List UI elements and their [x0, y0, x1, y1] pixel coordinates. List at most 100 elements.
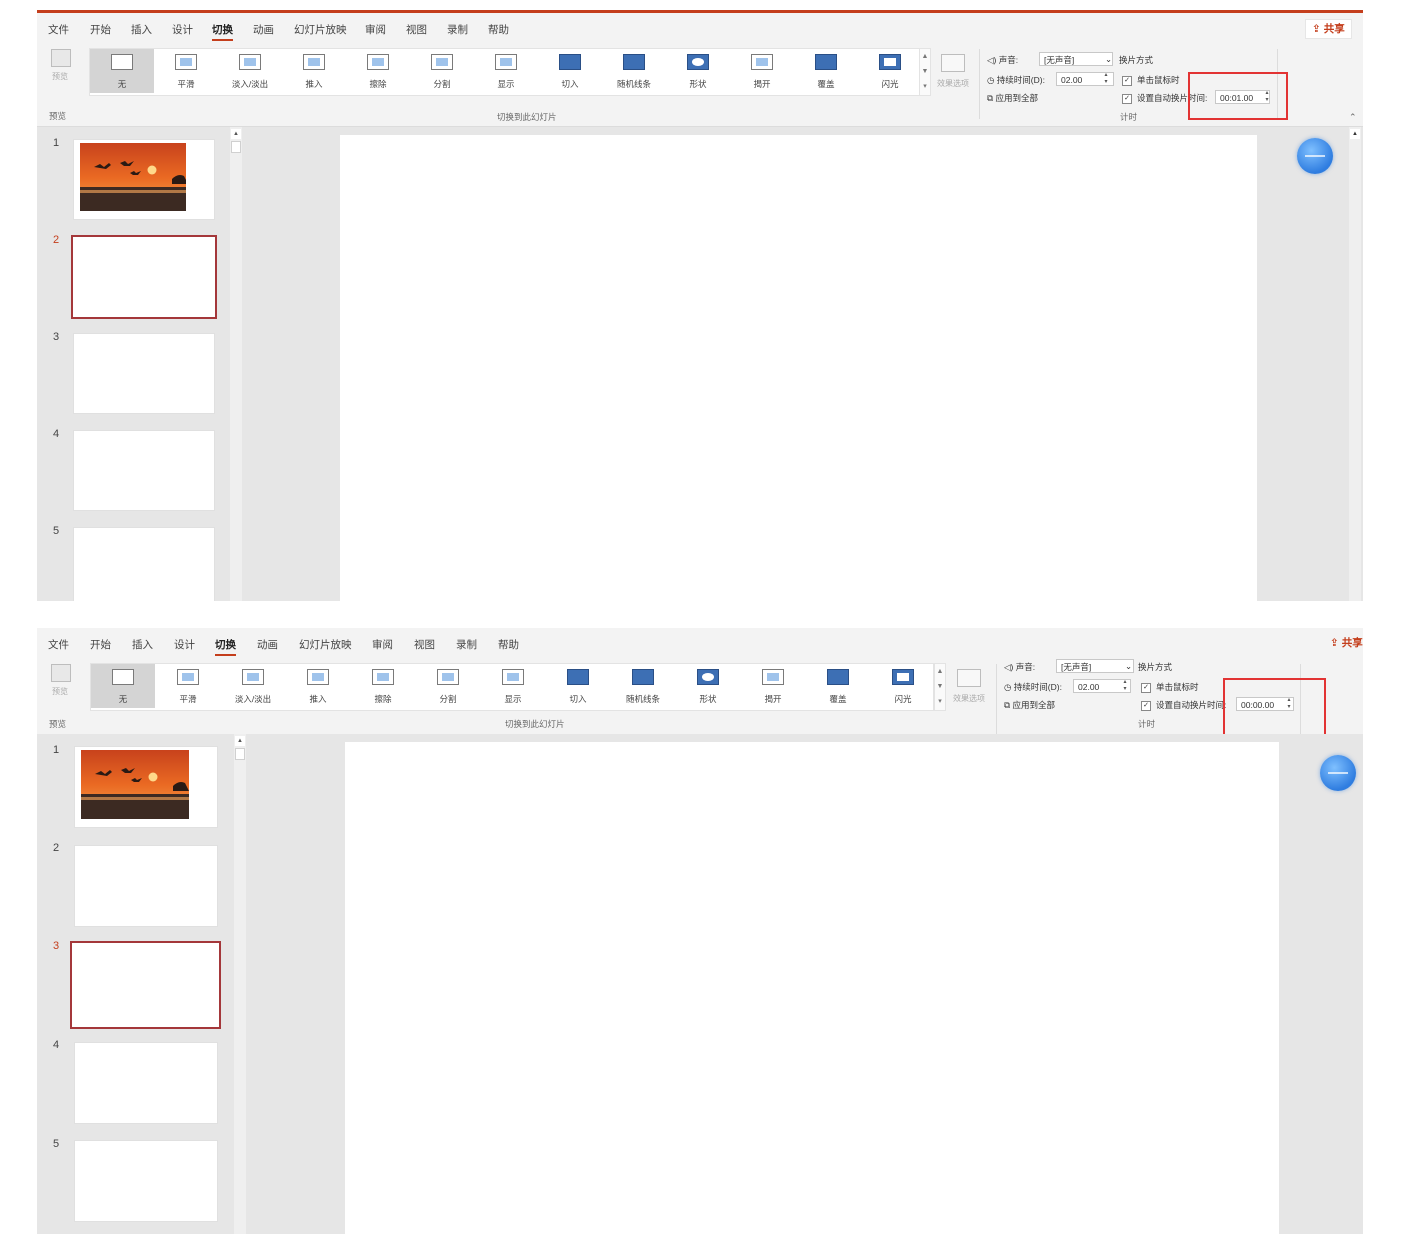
transition-cut[interactable]: 切入: [538, 49, 602, 93]
preview-button[interactable]: 预览: [45, 47, 75, 95]
auto-advance-checkbox[interactable]: ✓: [1122, 93, 1132, 104]
sound-dropdown[interactable]: [无声音]: [1056, 659, 1134, 673]
transition-random-bars[interactable]: 随机线条: [602, 49, 666, 93]
tab-help[interactable]: 帮助: [488, 22, 509, 37]
transition-uncover[interactable]: 揭开: [730, 49, 794, 93]
slide-thumbnail-selected[interactable]: [71, 235, 217, 319]
transition-cut[interactable]: 切入: [546, 664, 610, 708]
tab-record[interactable]: 录制: [447, 22, 468, 37]
tab-home[interactable]: 开始: [90, 637, 111, 652]
scroll-up-icon[interactable]: ▲: [235, 736, 245, 746]
transition-reveal[interactable]: 显示: [481, 664, 545, 708]
scroll-up-icon[interactable]: ▲: [1350, 129, 1360, 139]
transition-flash[interactable]: 闪光: [858, 49, 922, 93]
chevron-down-icon[interactable]: ⌄: [1125, 661, 1132, 672]
tab-animations[interactable]: 动画: [257, 637, 278, 652]
on-click-label: 单击鼠标时: [1137, 75, 1180, 85]
duration-spinner[interactable]: ▴ ▾: [1120, 679, 1130, 693]
scroll-thumb[interactable]: [235, 748, 245, 760]
slide-thumbnail[interactable]: [74, 746, 218, 828]
tab-help[interactable]: 帮助: [498, 637, 519, 652]
tab-insert[interactable]: 插入: [132, 637, 153, 652]
transition-none[interactable]: 无: [90, 49, 154, 93]
transition-cover[interactable]: 覆盖: [794, 49, 858, 93]
transition-push[interactable]: 推入: [286, 664, 350, 708]
tab-record[interactable]: 录制: [456, 637, 477, 652]
apply-all-label: 应用到全部: [995, 93, 1038, 103]
tab-file[interactable]: 文件: [48, 22, 69, 37]
share-button[interactable]: ⇪ 共享: [1330, 634, 1363, 652]
sound-label: 声音:: [1015, 662, 1036, 672]
transition-morph[interactable]: 平滑: [156, 664, 220, 708]
transition-push[interactable]: 推入: [282, 49, 346, 93]
slide-thumbnail[interactable]: [74, 1140, 218, 1222]
tab-animations[interactable]: 动画: [253, 22, 274, 37]
on-click-option[interactable]: ✓ 单击鼠标时: [1122, 74, 1180, 86]
slide-thumbnail[interactable]: [73, 139, 215, 220]
apply-all-button[interactable]: ⧉ 应用到全部: [987, 92, 1038, 104]
editor-scrollbar[interactable]: ▲: [1349, 127, 1361, 601]
scroll-thumb[interactable]: [231, 141, 241, 153]
floating-assistant-icon[interactable]: [1320, 755, 1356, 791]
preview-button[interactable]: 预览: [45, 662, 75, 710]
apply-all-button[interactable]: ⧉ 应用到全部: [1004, 699, 1055, 711]
slide-thumbnail-selected[interactable]: [70, 941, 221, 1029]
transition-split[interactable]: 分割: [416, 664, 480, 708]
effect-options-button[interactable]: 效果选项: [947, 663, 991, 709]
transition-random-bars[interactable]: 随机线条: [611, 664, 675, 708]
auto-advance-option[interactable]: ✓ 设置自动换片时间:: [1141, 699, 1226, 711]
tab-review[interactable]: 审阅: [372, 637, 393, 652]
on-click-checkbox[interactable]: ✓: [1141, 682, 1151, 693]
transition-reveal[interactable]: 显示: [474, 49, 538, 93]
transition-uncover[interactable]: 揭开: [741, 664, 805, 708]
tab-insert[interactable]: 插入: [131, 22, 152, 37]
transition-none[interactable]: 无: [91, 664, 155, 708]
tab-review[interactable]: 审阅: [365, 22, 386, 37]
chevron-down-icon[interactable]: ⌄: [1105, 54, 1112, 65]
transition-wipe[interactable]: 擦除: [351, 664, 415, 708]
slide-thumbnail[interactable]: [74, 845, 218, 927]
transition-label: 揭开: [764, 694, 782, 704]
slide-thumbnail[interactable]: [73, 333, 215, 414]
tab-view[interactable]: 视图: [414, 637, 435, 652]
transition-cover[interactable]: 覆盖: [806, 664, 870, 708]
transition-label: 显示: [497, 79, 515, 89]
tab-file[interactable]: 文件: [48, 637, 69, 652]
tab-view[interactable]: 视图: [406, 22, 427, 37]
slide-canvas[interactable]: [345, 742, 1279, 1234]
transition-wipe[interactable]: 擦除: [346, 49, 410, 93]
sound-dropdown[interactable]: [无声音]: [1039, 52, 1113, 66]
on-click-checkbox[interactable]: ✓: [1122, 75, 1132, 86]
tab-home[interactable]: 开始: [90, 22, 111, 37]
transition-fade[interactable]: 淡入/淡出: [218, 49, 282, 93]
thumbnail-scrollbar[interactable]: ▲: [234, 734, 246, 1234]
slide-thumbnail[interactable]: [74, 1042, 218, 1124]
transition-flash[interactable]: 闪光: [871, 664, 935, 708]
slide-canvas[interactable]: [340, 135, 1257, 601]
floating-assistant-icon[interactable]: [1297, 138, 1333, 174]
transition-morph[interactable]: 平滑: [154, 49, 218, 93]
auto-advance-checkbox[interactable]: ✓: [1141, 700, 1151, 711]
tab-slideshow[interactable]: 幻灯片放映: [294, 22, 347, 37]
tab-design[interactable]: 设计: [172, 22, 193, 37]
duration-spinner[interactable]: ▴ ▾: [1101, 72, 1111, 86]
effect-options-button[interactable]: 效果选项: [931, 48, 975, 94]
thumbnail-scrollbar[interactable]: ▲: [230, 127, 242, 601]
tab-transitions[interactable]: 切换: [212, 22, 233, 41]
transition-split[interactable]: 分割: [410, 49, 474, 93]
tab-design[interactable]: 设计: [174, 637, 195, 652]
share-button[interactable]: ⇪ 共享: [1305, 19, 1352, 39]
slide-thumbnail[interactable]: [73, 430, 215, 511]
slide-thumbnail[interactable]: [73, 527, 215, 601]
collapse-ribbon-icon[interactable]: ⌃: [1349, 112, 1357, 123]
tab-slideshow[interactable]: 幻灯片放映: [299, 637, 352, 652]
gallery-scroll[interactable]: ▲ ▼ ▾: [919, 48, 931, 96]
transition-shape[interactable]: 形状: [676, 664, 740, 708]
transition-label: 覆盖: [817, 79, 835, 89]
transition-shape[interactable]: 形状: [666, 49, 730, 93]
transition-fade[interactable]: 淡入/淡出: [221, 664, 285, 708]
tab-transitions[interactable]: 切换: [215, 637, 236, 656]
gallery-scroll[interactable]: ▲ ▼ ▾: [934, 663, 946, 711]
scroll-up-icon[interactable]: ▲: [231, 129, 241, 139]
on-click-option[interactable]: ✓ 单击鼠标时: [1141, 681, 1199, 693]
